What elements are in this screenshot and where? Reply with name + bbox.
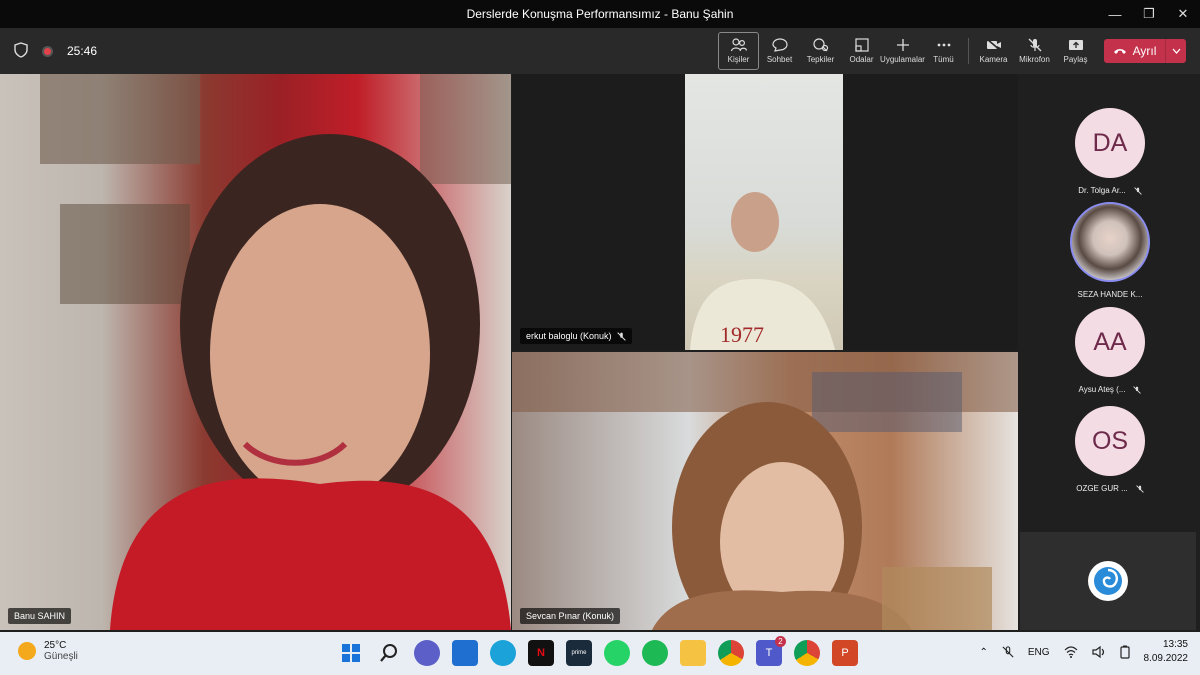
svg-text:1977: 1977 xyxy=(720,322,764,347)
self-video-tile[interactable] xyxy=(1020,532,1196,630)
video-tile-top-right[interactable]: 1977 erkut baloglu (Konuk) xyxy=(512,74,1018,350)
participant-video: 1977 xyxy=(685,74,843,350)
os-taskbar: 25°C Güneşli N prime T2 P ⌃ ENG 13:35 8.… xyxy=(0,632,1200,675)
share-icon xyxy=(1068,40,1083,50)
prime-video-icon[interactable]: prime xyxy=(566,640,592,666)
window-titlebar: Derslerde Konuşma Performansımız - Banu … xyxy=(0,0,1200,28)
spiral-logo-icon xyxy=(1088,561,1128,601)
hang-up-icon xyxy=(1113,49,1126,54)
mic-off-icon[interactable] xyxy=(1002,645,1014,659)
meeting-timer: 25:46 xyxy=(67,44,98,58)
video-tile-bottom-right[interactable]: Sevcan Pınar (Konuk) xyxy=(512,352,1018,630)
teams-icon[interactable]: T2 xyxy=(756,636,786,666)
microphone-button[interactable]: Mikrofon xyxy=(1014,32,1055,70)
share-button[interactable]: Paylaş xyxy=(1055,32,1096,70)
people-icon xyxy=(730,38,747,52)
leave-button[interactable]: Ayrıl xyxy=(1104,39,1186,63)
chat-icon xyxy=(771,38,788,52)
mic-off-icon xyxy=(1028,38,1041,52)
participant-roster: DA Dr. Tolga Ar... SEZA HANDE K... AA Ay… xyxy=(1020,74,1200,530)
more-icon xyxy=(937,43,950,47)
window-title: Derslerde Konuşma Performansımız - Banu … xyxy=(466,7,734,21)
netflix-icon[interactable]: N xyxy=(528,640,554,666)
rooms-icon xyxy=(854,38,869,52)
avatar: OS xyxy=(1075,406,1145,476)
search-icon[interactable] xyxy=(376,640,402,666)
spotify-icon[interactable] xyxy=(642,640,668,666)
clock[interactable]: 13:35 8.09.2022 xyxy=(1144,638,1189,666)
mic-off-icon xyxy=(616,331,626,341)
maximize-button[interactable]: ❐ xyxy=(1132,0,1166,28)
sun-icon xyxy=(18,642,36,660)
powerpoint-icon[interactable]: P xyxy=(832,640,858,666)
language-indicator[interactable]: ENG xyxy=(1028,647,1050,658)
roster-participant-speaking[interactable]: SEZA HANDE K... xyxy=(1020,202,1200,299)
toolbar-divider xyxy=(968,38,969,64)
weather-widget[interactable]: 25°C Güneşli xyxy=(18,640,78,662)
chat-button[interactable]: Sohbet xyxy=(759,32,800,70)
reactions-icon xyxy=(812,38,828,52)
apps-button[interactable]: Uygulamalar xyxy=(880,32,925,70)
whatsapp-icon[interactable] xyxy=(604,640,630,666)
plus-icon xyxy=(896,39,909,51)
minimize-button[interactable]: — xyxy=(1098,0,1132,28)
shield-icon xyxy=(14,41,28,61)
camera-button[interactable]: Kamera xyxy=(973,32,1014,70)
more-button[interactable]: Tümü xyxy=(923,32,964,70)
reactions-button[interactable]: Tepkiler xyxy=(800,32,841,70)
leave-options-dropdown[interactable] xyxy=(1166,46,1186,56)
chevron-down-icon xyxy=(1172,48,1180,54)
video-stage: Banu SAHIN 1977 erkut baloglu (Konuk) Se… xyxy=(0,74,1200,632)
chrome-profile-icon[interactable] xyxy=(794,640,820,666)
meeting-toolbar: 25:46 Kişiler Sohbet Tepkiler Odalar Uyg… xyxy=(0,28,1200,74)
avatar: AA xyxy=(1075,307,1145,377)
mail-icon[interactable] xyxy=(452,640,478,666)
recording-icon xyxy=(42,45,53,57)
roster-participant[interactable]: AA Aysu Ateş (... xyxy=(1020,307,1200,394)
notification-badge: 2 xyxy=(775,636,786,647)
wifi-icon[interactable] xyxy=(1064,646,1078,658)
participant-name-label: Banu SAHIN xyxy=(8,608,72,624)
people-button[interactable]: Kişiler xyxy=(718,32,759,70)
participant-video xyxy=(40,74,511,630)
taskbar-apps: N prime T2 P xyxy=(338,636,858,666)
roster-participant[interactable]: OS OZGE GUR ... xyxy=(1020,406,1200,493)
avatar: DA xyxy=(1075,108,1145,178)
chevron-up-icon[interactable]: ⌃ xyxy=(979,647,987,658)
mic-off-icon xyxy=(1136,484,1144,493)
video-tile-main[interactable]: Banu SAHIN xyxy=(0,74,511,630)
system-tray: ⌃ ENG 13:35 8.09.2022 xyxy=(979,638,1188,666)
roster-participant[interactable]: DA Dr. Tolga Ar... xyxy=(1020,108,1200,195)
volume-icon[interactable] xyxy=(1091,646,1106,658)
windows-start-icon[interactable] xyxy=(338,640,364,666)
mic-off-icon xyxy=(1133,186,1142,195)
rooms-button[interactable]: Odalar xyxy=(841,32,882,70)
participant-name-label: erkut baloglu (Konuk) xyxy=(520,328,632,344)
file-explorer-icon[interactable] xyxy=(680,640,706,666)
participant-name-label: Sevcan Pınar (Konuk) xyxy=(520,608,621,624)
chrome-icon[interactable] xyxy=(718,640,744,666)
battery-icon[interactable] xyxy=(1119,645,1130,659)
camera-off-icon xyxy=(985,38,1002,52)
chat-app-icon[interactable] xyxy=(414,640,440,666)
avatar xyxy=(1070,202,1150,282)
close-button[interactable]: ✕ xyxy=(1166,0,1200,28)
mic-off-icon xyxy=(1133,385,1142,394)
participant-video xyxy=(512,352,1018,630)
edge-icon[interactable] xyxy=(490,640,516,666)
